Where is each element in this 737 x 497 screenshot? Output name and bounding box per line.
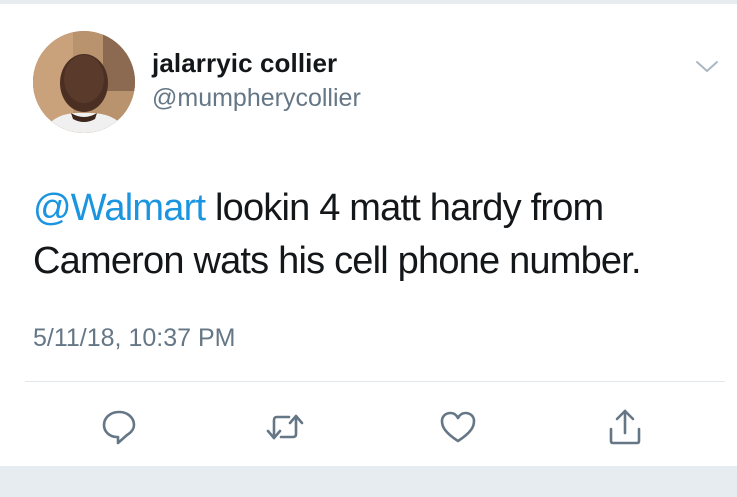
chevron-down-icon	[696, 61, 718, 72]
share-icon	[609, 409, 641, 445]
bottom-separator	[0, 466, 737, 497]
tweet-timestamp[interactable]: 5/11/18, 10:37 PM	[33, 324, 235, 353]
avatar[interactable]	[33, 31, 135, 133]
author-name[interactable]: jalarryic collier	[152, 48, 337, 79]
avatar-image	[33, 31, 135, 133]
tweet-text: @Walmart lookin 4 matt hardy from Camero…	[33, 182, 713, 288]
like-button[interactable]	[437, 407, 479, 447]
author-handle[interactable]: @mumpherycollier	[152, 84, 361, 113]
reply-button[interactable]	[98, 407, 140, 447]
retweet-button[interactable]	[264, 407, 306, 447]
like-icon	[440, 411, 476, 443]
tweet-card: jalarryic collier @mumpherycollier @Walm…	[0, 4, 737, 466]
divider	[25, 381, 725, 382]
mention-link[interactable]: @Walmart	[33, 187, 206, 229]
more-options-button[interactable]	[693, 54, 721, 78]
reply-icon	[102, 410, 136, 445]
share-button[interactable]	[604, 407, 646, 447]
retweet-icon	[266, 414, 304, 440]
